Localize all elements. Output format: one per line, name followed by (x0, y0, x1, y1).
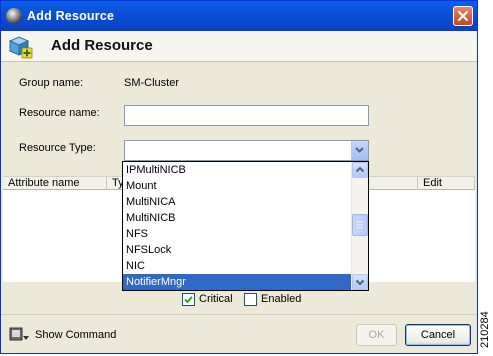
chevron-down-icon (355, 147, 364, 153)
group-name-value: SM-Cluster (124, 77, 180, 89)
resource-name-label: Resource name: (19, 107, 100, 119)
resource-type-option[interactable]: NIC (123, 258, 351, 274)
resource-type-option[interactable]: MultiNICA (123, 194, 351, 210)
footer-divider (1, 314, 477, 315)
column-edit[interactable]: Edit (418, 177, 475, 190)
title-bar[interactable]: Add Resource (1, 1, 477, 31)
chevron-up-icon (355, 166, 365, 173)
show-command-icon[interactable] (9, 327, 31, 343)
scroll-down-button[interactable] (352, 274, 368, 290)
resource-type-option[interactable]: Mount (123, 178, 351, 194)
show-command-label[interactable]: Show Command (35, 329, 116, 341)
checkmark-icon (184, 296, 193, 304)
close-button[interactable] (453, 6, 473, 26)
scroll-up-button[interactable] (352, 162, 368, 178)
window-title: Add Resource (27, 9, 115, 23)
dropdown-scrollbar[interactable] (351, 162, 368, 290)
resource-type-dropdown-list[interactable]: IPMultiNICB Mount MultiNICA MultiNICB NFS NFS… (122, 161, 369, 291)
resource-type-label: Resource Type: (19, 142, 96, 154)
enabled-checkbox[interactable] (244, 293, 257, 306)
column-attribute-name[interactable]: Attribute name (3, 177, 107, 190)
critical-label: Critical (199, 293, 233, 305)
chevron-down-icon (355, 279, 365, 286)
resource-type-option[interactable]: IPMultiNICB (123, 162, 351, 178)
resource-type-option[interactable]: NotifierMngr (123, 274, 351, 290)
resource-name-input[interactable] (124, 105, 369, 126)
resource-type-option[interactable]: NFSLock (123, 242, 351, 258)
group-name-label: Group name: (19, 77, 84, 89)
resource-type-options[interactable]: IPMultiNICB Mount MultiNICA MultiNICB NFS NFS… (123, 162, 351, 290)
add-resource-dialog: Add Resource Add Resource Group name: SM… (0, 0, 478, 354)
resource-type-dropdown-button[interactable] (351, 141, 368, 160)
cluster-icon (6, 8, 22, 24)
enabled-label: Enabled (261, 293, 302, 305)
figure-id: 210284 (479, 311, 491, 348)
cancel-button[interactable]: Cancel (405, 324, 471, 346)
scroll-thumb[interactable] (352, 214, 368, 236)
page-title: Add Resource (51, 37, 153, 54)
resource-type-option[interactable]: MultiNICB (123, 210, 351, 226)
close-icon (458, 11, 468, 21)
dialog-header: Add Resource (1, 31, 477, 62)
critical-checkbox[interactable] (182, 293, 195, 306)
add-resource-icon (8, 36, 33, 59)
resource-type-select[interactable] (124, 140, 369, 161)
grip-icon (357, 221, 363, 229)
resource-type-option[interactable]: NFS (123, 226, 351, 242)
ok-button[interactable]: OK (356, 324, 397, 346)
